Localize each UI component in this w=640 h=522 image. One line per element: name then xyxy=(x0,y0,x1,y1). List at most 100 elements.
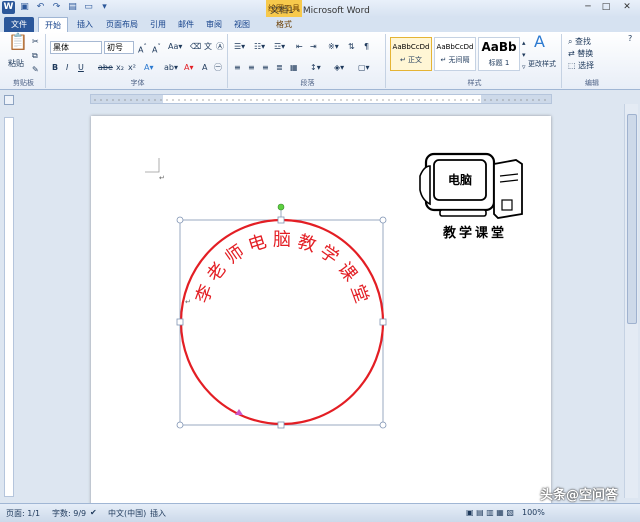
decrease-indent-icon[interactable]: ⇤ xyxy=(296,41,303,53)
stamp-char: 老 xyxy=(203,259,231,286)
maximize-button[interactable]: □ xyxy=(598,1,614,14)
tab-format[interactable]: 格式 xyxy=(270,17,298,32)
change-styles-button[interactable]: 更改样式 xyxy=(528,58,556,70)
cut-icon[interactable]: ✂ xyxy=(32,36,39,48)
status-insert-mode[interactable]: 插入 xyxy=(150,508,166,519)
find-icon: ⌕ xyxy=(568,37,573,46)
format-painter-icon[interactable]: ✎ xyxy=(32,64,39,76)
line-spacing-icon[interactable]: ↕▾ xyxy=(310,62,321,74)
tab-file[interactable]: 文件 xyxy=(4,17,34,32)
tab-review[interactable]: 审阅 xyxy=(202,17,226,32)
stamp-char: 李 xyxy=(192,282,218,306)
proofing-icon[interactable]: ✔ xyxy=(90,508,97,517)
font-group: 黑体 初号 A˄ A˅ Aa▾ ⌫ 文 Ⓐ B I U abe x₂ x² A▾… xyxy=(48,34,228,88)
text-effects-icon[interactable]: A▾ xyxy=(144,62,154,74)
bullets-icon[interactable]: ☰▾ xyxy=(234,41,245,53)
close-button[interactable]: ✕ xyxy=(616,1,638,14)
select-button[interactable]: ⬚ 选择 xyxy=(568,60,594,72)
align-center-icon[interactable]: ≡ xyxy=(248,62,255,74)
logo-screen-text: 电脑 xyxy=(448,172,472,187)
copy-icon[interactable]: ⧉ xyxy=(32,50,38,62)
editing-group: ⌕ 查找 ⇄ 替换 ⬚ 选择 编辑 xyxy=(564,34,620,88)
enclose-char-icon[interactable]: ㊀ xyxy=(214,62,222,74)
highlight-icon[interactable]: ab▾ xyxy=(164,62,178,74)
borders-icon[interactable]: ▢▾ xyxy=(358,62,370,74)
shrink-font-icon[interactable]: A˅ xyxy=(152,41,161,57)
clear-format-icon[interactable]: ⌫ xyxy=(190,41,201,53)
monitor-side xyxy=(419,165,431,206)
status-zoom[interactable]: 100% xyxy=(522,508,545,517)
superscript-icon[interactable]: x² xyxy=(128,62,136,74)
styles-scroll-icon[interactable]: ▴ ▾ ▿ xyxy=(522,37,526,73)
font-name-field[interactable]: 黑体 xyxy=(50,41,102,54)
find-button[interactable]: ⌕ 查找 xyxy=(568,36,591,48)
status-bar: 页面: 1/1 字数: 9/9 ✔ 中文(中国) 插入 ▣ ▤ ▥ ▦ ▧ 10… xyxy=(0,503,640,522)
style-no-spacing[interactable]: AaBbCcDd ↵ 无间隔 xyxy=(434,37,476,71)
minimize-button[interactable]: ─ xyxy=(580,1,596,14)
font-size-field[interactable]: 初号 xyxy=(104,41,134,54)
chinese-layout-icon[interactable]: ※▾ xyxy=(328,41,339,53)
align-left-icon[interactable]: ≡ xyxy=(234,62,241,74)
subscript-icon[interactable]: x₂ xyxy=(116,62,124,74)
stamp-ring xyxy=(179,218,385,426)
source-watermark: 头条@空问答 xyxy=(540,488,619,503)
paragraph-mark-icon: ↵ xyxy=(159,174,165,182)
font-group-label: 字体 xyxy=(130,79,145,87)
style-heading-1-preview: AaBb xyxy=(481,40,517,54)
stamp-shape[interactable]: 李老师电脑教学课堂 xyxy=(172,203,392,435)
scrollbar-thumb[interactable] xyxy=(627,114,637,324)
view-buttons[interactable]: ▣ ▤ ▥ ▦ ▧ xyxy=(466,508,514,517)
sort-icon[interactable]: ⇅ xyxy=(348,41,355,53)
tab-insert[interactable]: 插入 xyxy=(72,17,98,32)
paste-icon[interactable]: 📋 xyxy=(8,34,28,50)
horizontal-ruler[interactable] xyxy=(90,94,552,104)
vertical-ruler[interactable] xyxy=(4,117,14,497)
char-border-icon[interactable]: Ⓐ xyxy=(216,41,224,53)
grow-font-icon[interactable]: A˄ xyxy=(138,41,147,57)
style-normal-preview: AaBbCcDd xyxy=(392,43,430,51)
increase-indent-icon[interactable]: ⇥ xyxy=(310,41,317,53)
editing-group-label: 编辑 xyxy=(585,79,599,87)
align-right-icon[interactable]: ≡ xyxy=(262,62,269,74)
numbering-icon[interactable]: ☷▾ xyxy=(254,41,265,53)
vertical-scrollbar[interactable] xyxy=(624,104,638,498)
window-title: 文档1 - Microsoft Word xyxy=(270,6,370,16)
help-icon[interactable]: ? xyxy=(628,33,632,45)
style-heading-1-label: 标题 1 xyxy=(488,59,510,67)
tab-page-layout[interactable]: 页面布局 xyxy=(102,17,142,32)
paste-button[interactable]: 粘贴 xyxy=(8,58,24,70)
bold-icon[interactable]: B xyxy=(52,62,58,74)
tab-home[interactable]: 开始 xyxy=(38,17,68,32)
change-styles-icon[interactable]: A xyxy=(534,34,545,50)
style-heading-1[interactable]: AaBb 标题 1 xyxy=(478,37,520,71)
font-color-icon[interactable]: A▾ xyxy=(184,62,194,74)
italic-icon[interactable]: I xyxy=(66,62,68,74)
strikethrough-icon[interactable]: abe xyxy=(98,62,113,74)
find-label: 查找 xyxy=(575,37,592,46)
tab-references[interactable]: 引用 xyxy=(146,17,170,32)
multilevel-list-icon[interactable]: ☲▾ xyxy=(274,41,285,53)
monitor-stand xyxy=(439,209,487,217)
justify-icon[interactable]: ≣ xyxy=(276,62,283,74)
phonetic-guide-icon[interactable]: 文 xyxy=(204,41,212,53)
show-marks-icon[interactable]: ¶ xyxy=(364,41,369,53)
distribute-icon[interactable]: ▦ xyxy=(290,62,298,74)
shading-icon[interactable]: ◈▾ xyxy=(334,62,344,74)
change-case-icon[interactable]: Aa▾ xyxy=(168,41,182,53)
underline-icon[interactable]: U xyxy=(78,62,84,74)
style-normal[interactable]: AaBbCcDd ↵ 正文 xyxy=(390,37,432,71)
window-controls: ─ □ ✕ xyxy=(580,1,638,14)
status-words[interactable]: 字数: 9/9 xyxy=(52,508,86,519)
tab-view[interactable]: 视图 xyxy=(230,17,254,32)
rotate-handle[interactable] xyxy=(277,203,285,211)
stamp-char: 师 xyxy=(222,241,249,269)
status-page[interactable]: 页面: 1/1 xyxy=(6,508,40,519)
replace-button[interactable]: ⇄ 替换 xyxy=(568,48,593,60)
stamp-char: 课 xyxy=(333,259,361,286)
ruler-toggle-icon[interactable] xyxy=(4,95,14,105)
status-language[interactable]: 中文(中国) xyxy=(108,508,146,519)
replace-label: 替换 xyxy=(577,49,594,58)
char-shading-icon[interactable]: A xyxy=(202,62,207,74)
style-normal-label: ↵ 正文 xyxy=(399,56,423,64)
tab-mailings[interactable]: 邮件 xyxy=(174,17,198,32)
